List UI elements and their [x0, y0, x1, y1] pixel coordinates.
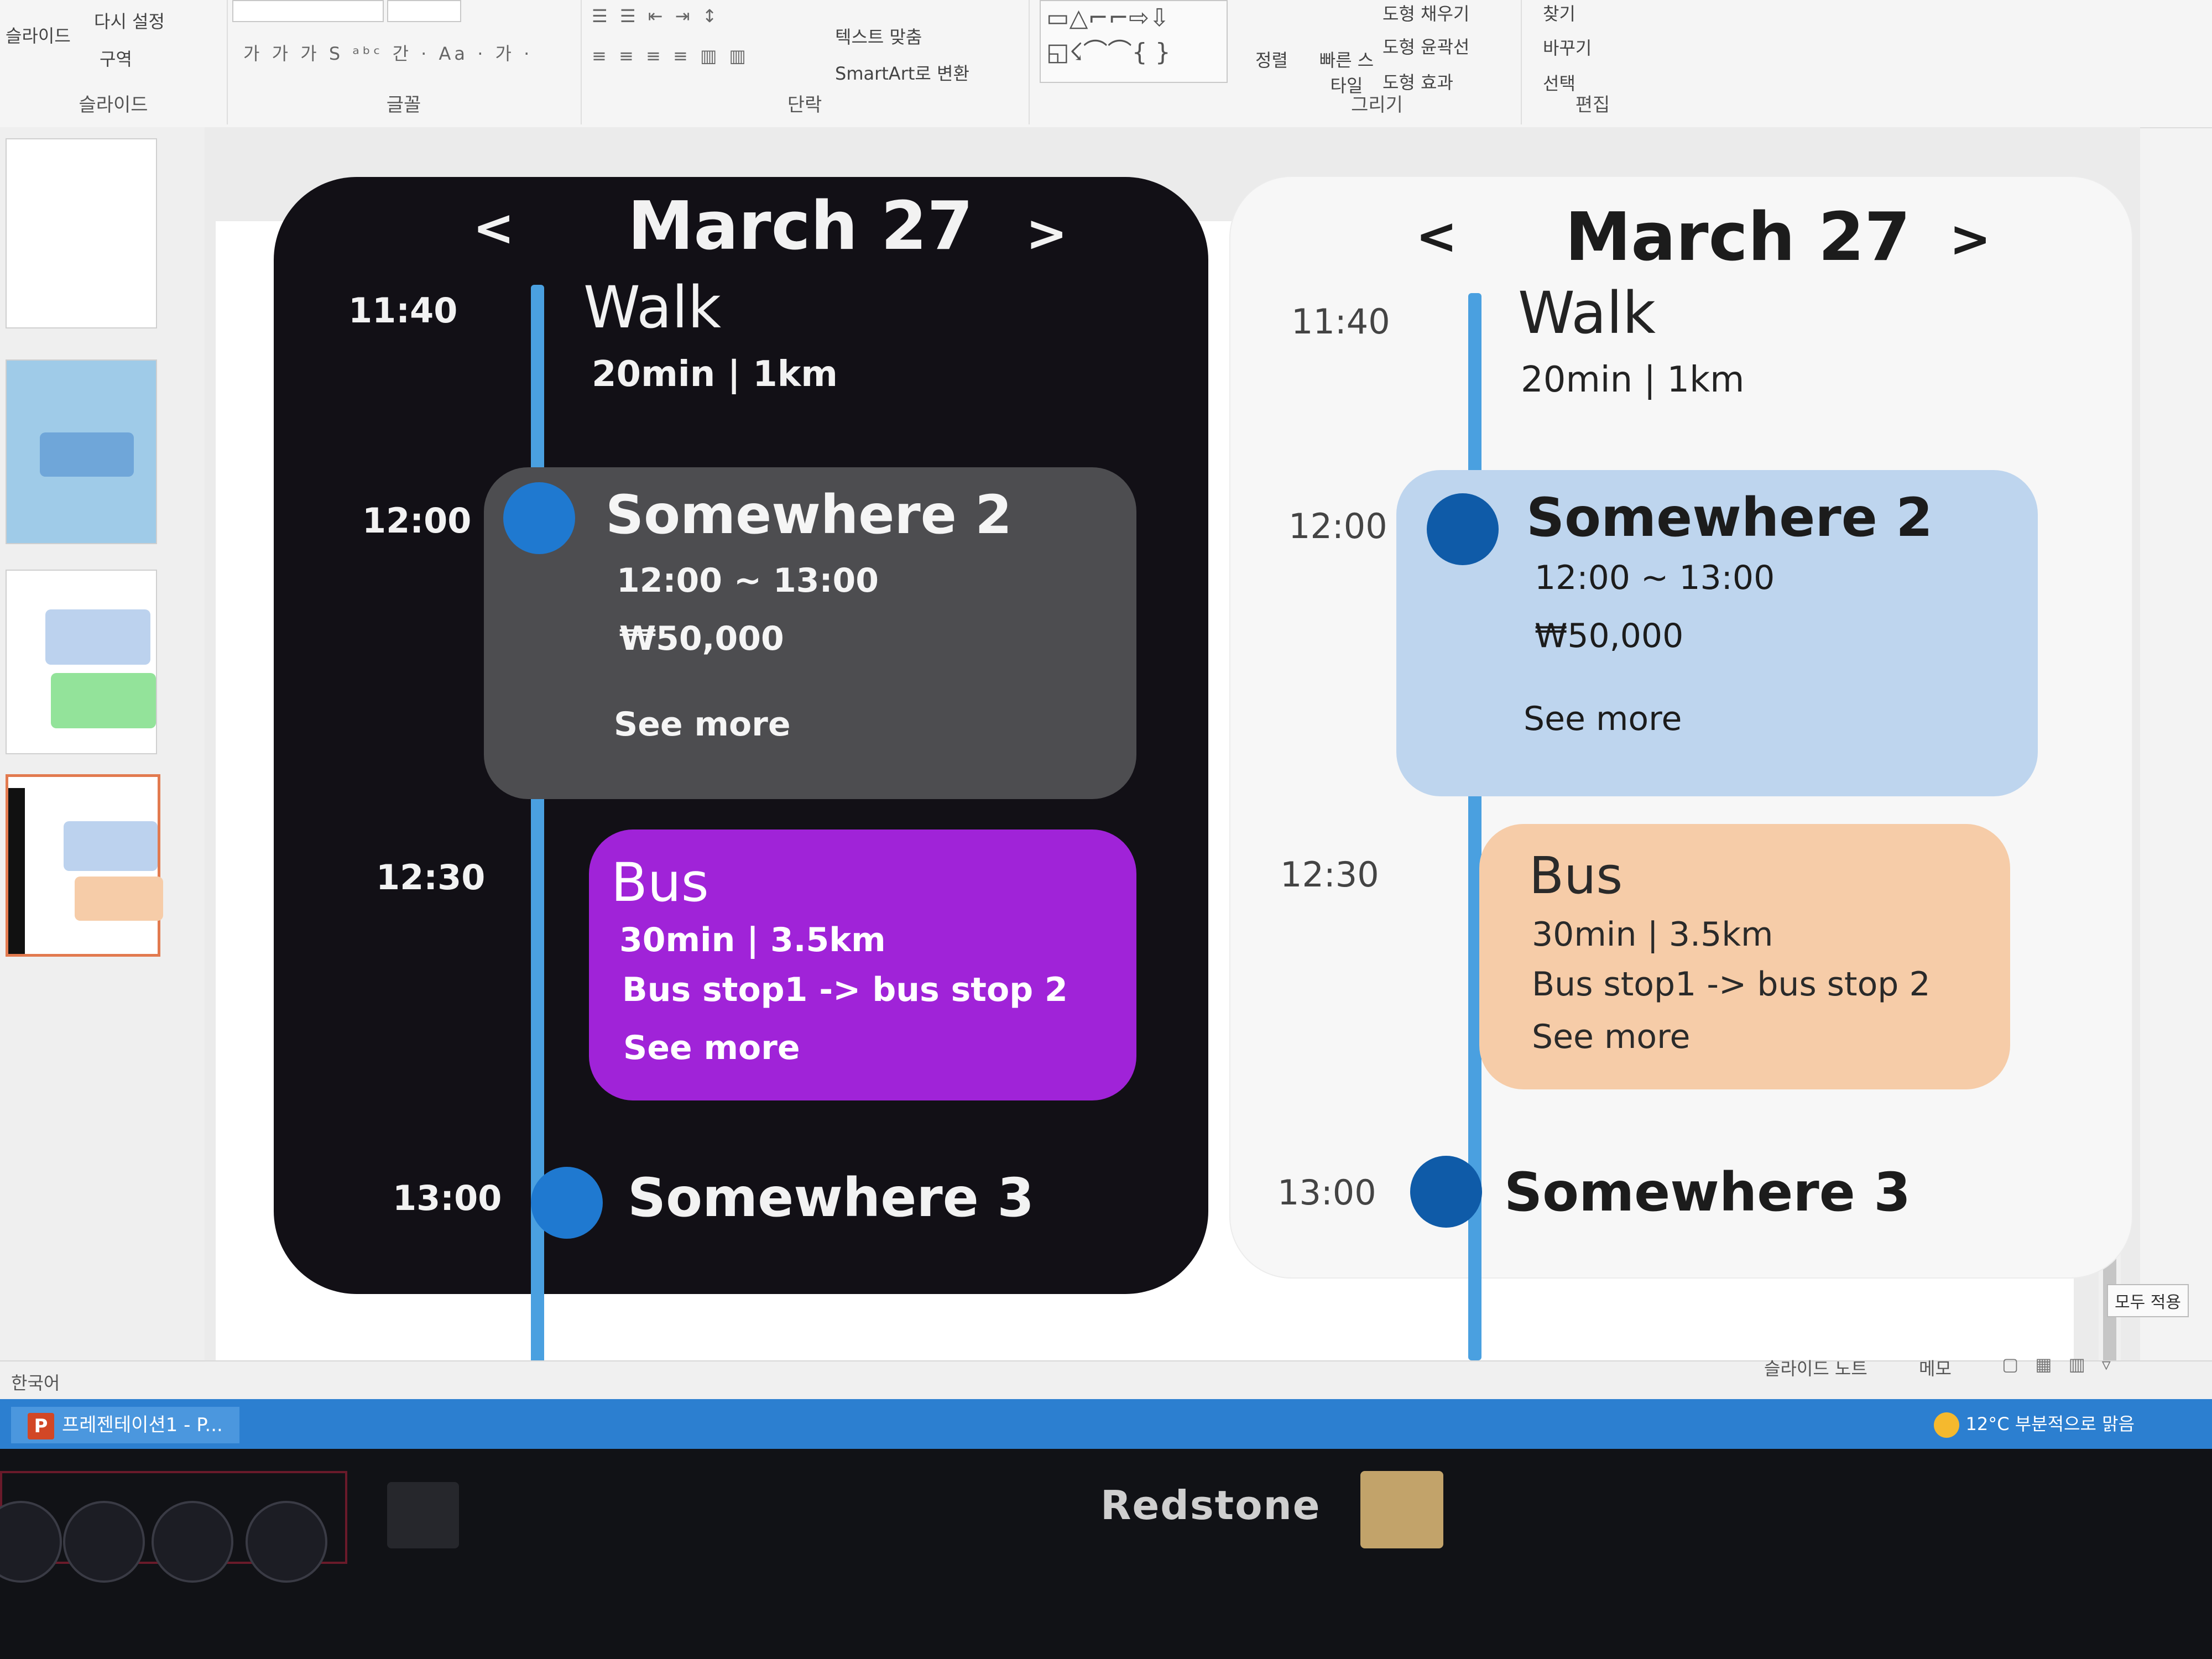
social-enterprise-badge-icon: [246, 1501, 327, 1583]
place-card[interactable]: Somewhere 2 12:00 ~ 13:00 ₩50,000 See mo…: [484, 467, 1136, 799]
stop-marker: [503, 482, 575, 554]
taskbar-app-label: 프레젠테이션1 - P...: [62, 1414, 223, 1436]
bezel-plate: [1360, 1471, 1443, 1548]
bus-title: Bus: [611, 852, 709, 914]
text-align-button[interactable]: 텍스트 맞춤: [835, 23, 922, 49]
ribbon-group-label: 단락: [787, 94, 822, 116]
list-buttons-row[interactable]: ☰ ☰ ⇤ ⇥ ↕: [592, 6, 721, 27]
slide-thumbnail-3[interactable]: [6, 570, 157, 754]
see-more-link[interactable]: See more: [1524, 700, 1682, 738]
taskbar: P 프레젠테이션1 - P... 12°C 부분적으로 맑음: [0, 1399, 2212, 1449]
ribbon-group-slides: 슬라이드 다시 설정 구역 슬라이드: [0, 0, 228, 124]
monitor-brand: Redstone: [1100, 1482, 1321, 1528]
logo-badge-icon: [63, 1501, 145, 1583]
bus-duration-distance: 30min | 3.5km: [619, 921, 886, 959]
place-title: Somewhere 2: [1526, 487, 1933, 549]
walk-detail: 20min | 1km: [1521, 359, 1745, 400]
bus-title: Bus: [1529, 846, 1623, 905]
ribbon: 슬라이드 다시 설정 구역 슬라이드 가 가 가 S ᵃᵇᶜ 간 · Aa · …: [0, 0, 2212, 128]
time-label: 11:40: [1291, 301, 1390, 342]
font-size-box[interactable]: [387, 0, 461, 22]
stop-marker: [1427, 493, 1499, 565]
end-stop-title: Somewhere 3: [628, 1167, 1035, 1229]
new-slide-button[interactable]: 슬라이드: [6, 22, 71, 48]
time-label: 12:00: [1288, 506, 1387, 546]
powerpoint-window: 슬라이드 다시 설정 구역 슬라이드 가 가 가 S ᵃᵇᶜ 간 · Aa · …: [0, 0, 2212, 1449]
arrange-button[interactable]: 정렬: [1255, 46, 1288, 72]
slide-thumbnail-2[interactable]: [6, 359, 157, 544]
bus-duration-distance: 30min | 3.5km: [1532, 915, 1773, 954]
notes-button[interactable]: 슬라이드 노트: [1764, 1355, 1867, 1380]
place-time-range: 12:00 ~ 13:00: [617, 561, 879, 600]
smartart-button[interactable]: SmartArt로 변환: [835, 60, 969, 85]
bus-route: Bus stop1 -> bus stop 2: [1532, 965, 1931, 1004]
bus-card[interactable]: Bus 30min | 3.5km Bus stop1 -> bus stop …: [589, 830, 1136, 1100]
walk-detail: 20min | 1km: [592, 354, 838, 395]
slide-thumbnail-4-selected[interactable]: [6, 774, 163, 957]
prev-day-button[interactable]: <: [1416, 207, 1457, 265]
bezel-sticker: [387, 1482, 459, 1548]
walk-title: Walk: [1518, 279, 1656, 347]
stop-marker: [1410, 1156, 1482, 1228]
place-time-range: 12:00 ~ 13:00: [1535, 559, 1775, 597]
find-button[interactable]: 찾기: [1543, 0, 1575, 25]
font-format-row[interactable]: 가 가 가 S ᵃᵇᶜ 간 · Aa · 가 ·: [243, 40, 533, 65]
bezel-sticker-frame: [0, 1471, 347, 1583]
ribbon-group-label: 슬라이드: [79, 94, 148, 116]
walk-title: Walk: [583, 274, 722, 341]
taskbar-powerpoint-button[interactable]: P 프레젠테이션1 - P...: [11, 1407, 239, 1443]
bus-route: Bus stop1 -> bus stop 2: [622, 971, 1068, 1009]
time-label: 12:30: [376, 857, 486, 898]
ribbon-group-label: 그리기: [1351, 94, 1403, 116]
see-more-link[interactable]: See more: [1532, 1018, 1690, 1056]
bus-card[interactable]: Bus 30min | 3.5km Bus stop1 -> bus stop …: [1479, 824, 2010, 1089]
place-title: Somewhere 2: [606, 484, 1013, 546]
font-name-box[interactable]: [232, 0, 384, 22]
status-bar: 한국어 슬라이드 노트 메모 ▢▦▥▿: [0, 1354, 2212, 1400]
see-more-link[interactable]: See more: [623, 1029, 800, 1067]
section-button[interactable]: 구역: [100, 45, 132, 71]
prev-day-button[interactable]: <: [473, 199, 514, 257]
ribbon-group-font: 가 가 가 S ᵃᵇᶜ 간 · Aa · 가 · 글꼴: [227, 0, 582, 124]
weather-text: 12°C 부분적으로 맑음: [1965, 1413, 2135, 1434]
ribbon-group-editing: 찾기 바꾸기 선택 편집: [1521, 0, 1665, 124]
shapes-gallery[interactable]: ▭△⌐⌐⇨⇩ ◱☇⌒⌒{ }: [1040, 0, 1228, 83]
reset-button[interactable]: 다시 설정: [94, 8, 165, 33]
end-stop-title: Somewhere 3: [1504, 1161, 1911, 1223]
weather-widget[interactable]: 12°C 부분적으로 맑음: [1933, 1410, 2135, 1438]
sun-icon: [1933, 1412, 1959, 1438]
ribbon-group-drawing: 정렬 빠른 스타일 도형 채우기 도형 윤곽선 도형 효과 그리기: [1233, 0, 1522, 124]
slide-thumbnail-1[interactable]: [6, 138, 157, 328]
date-title: March 27: [1565, 199, 1911, 276]
date-title: March 27: [628, 188, 973, 265]
replace-button[interactable]: 바꾸기: [1543, 34, 1592, 60]
align-buttons-row[interactable]: ≡ ≡ ≡ ≡ ▥ ▥: [592, 45, 749, 66]
place-price: ₩50,000: [1535, 617, 1684, 655]
time-label: 12:00: [362, 500, 472, 541]
comments-button[interactable]: 메모: [1919, 1355, 1952, 1380]
powerpoint-icon: P: [28, 1412, 54, 1439]
view-buttons[interactable]: ▢▦▥▿: [2002, 1354, 2127, 1375]
ribbon-group-label: 편집: [1575, 94, 1610, 116]
logo-badge-icon: [152, 1501, 233, 1583]
time-label: 13:00: [393, 1178, 502, 1218]
see-more-link[interactable]: See more: [614, 705, 791, 744]
apply-all-button[interactable]: 모두 적용: [2107, 1284, 2189, 1317]
slide-thumbnail-pane: [0, 127, 206, 1360]
time-label: 12:30: [1280, 854, 1379, 895]
language-indicator[interactable]: 한국어: [11, 1369, 60, 1395]
shape-fill-button[interactable]: 도형 채우기: [1383, 0, 1469, 25]
hd-badge-icon: [0, 1501, 62, 1583]
time-label: 13:00: [1277, 1172, 1376, 1213]
ribbon-group-paragraph: ☰ ☰ ⇤ ⇥ ↕ ≡ ≡ ≡ ≡ ▥ ▥ 텍스트 맞춤 SmartArt로 변…: [581, 0, 1030, 124]
next-day-button[interactable]: >: [1949, 210, 1991, 268]
stop-marker: [531, 1167, 603, 1239]
ribbon-group-label: 글꼴: [386, 94, 421, 116]
time-label: 11:40: [348, 290, 458, 331]
monitor-bezel: Redstone: [0, 1449, 2212, 1659]
place-price: ₩50,000: [619, 619, 784, 658]
shape-outline-button[interactable]: 도형 윤곽선: [1383, 33, 1469, 59]
next-day-button[interactable]: >: [1026, 205, 1067, 263]
